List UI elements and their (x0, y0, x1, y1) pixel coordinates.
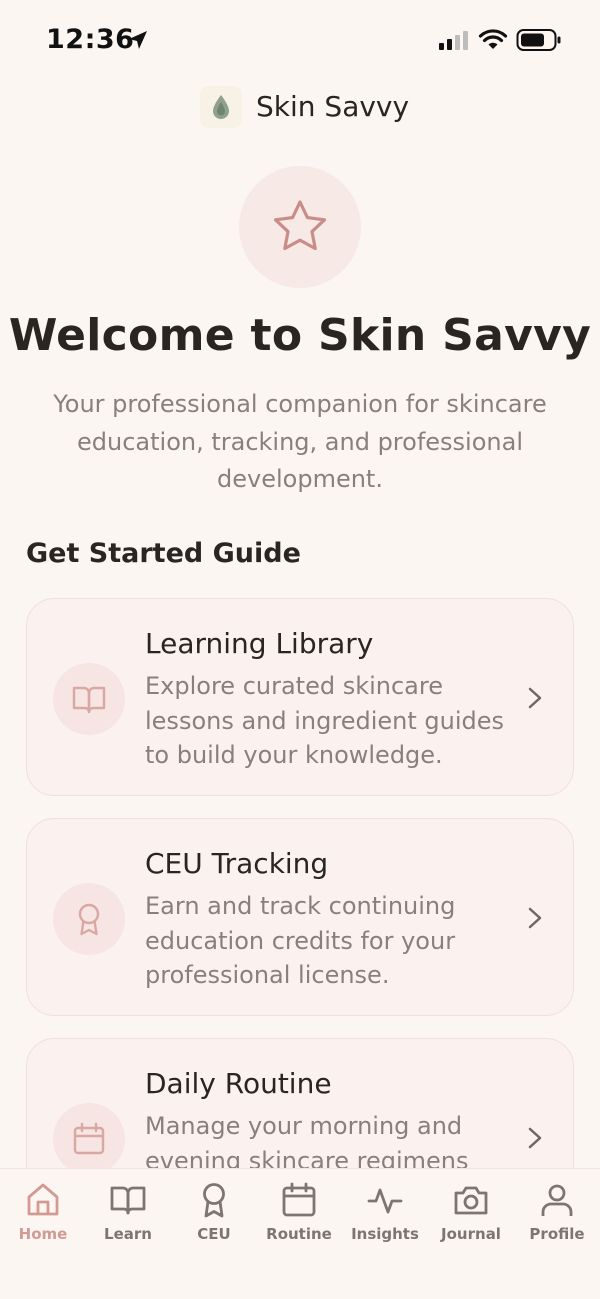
tab-insights[interactable]: Insights (342, 1181, 428, 1261)
chevron-right-icon (528, 907, 542, 929)
tab-routine[interactable]: Routine (256, 1181, 342, 1261)
tab-home[interactable]: Home (0, 1181, 86, 1261)
tab-profile[interactable]: Profile (514, 1181, 600, 1261)
tab-ceu[interactable]: CEU (171, 1181, 257, 1261)
welcome-title: Welcome to Skin Savvy (8, 310, 592, 361)
card-title: Learning Library (145, 627, 374, 660)
droplet-icon (213, 95, 229, 119)
card-icon-badge (53, 883, 125, 955)
status-time: 12:36 (46, 24, 135, 55)
tab-label: Learn (104, 1225, 152, 1243)
home-icon (27, 1183, 59, 1216)
book-icon (72, 686, 106, 714)
camera-icon (454, 1186, 488, 1215)
signal-icon (439, 31, 468, 50)
card-description: Explore curated skincare lessons and ing… (145, 672, 505, 769)
tab-label: Home (18, 1225, 68, 1243)
chevron-right-icon (528, 687, 542, 709)
star-icon (273, 200, 327, 251)
chevron-right-icon (528, 1127, 542, 1149)
calendar-icon (73, 1122, 105, 1155)
tab-label: Insights (351, 1225, 419, 1243)
book-icon (110, 1186, 146, 1215)
app-logo (200, 86, 242, 128)
activity-icon (367, 1188, 403, 1214)
app-name: Skin Savvy (256, 90, 410, 123)
calendar-icon (282, 1182, 316, 1217)
card-ceu-tracking[interactable]: CEU Tracking Earn and track continuing e… (26, 818, 574, 1016)
user-icon (541, 1184, 573, 1216)
home-screen: 12:36 Skin Savvy Welcome to Skin Savvy Y… (0, 0, 600, 1299)
card-title: Daily Routine (145, 1067, 332, 1100)
app-header: Skin Savvy (0, 82, 600, 132)
battery-icon (516, 29, 561, 51)
location-arrow-icon (129, 31, 147, 49)
card-icon-badge (53, 663, 125, 735)
guide-heading: Get Started Guide (26, 538, 301, 569)
hero-badge (239, 166, 361, 288)
welcome-subtitle: Your professional companion for skincare… (53, 390, 547, 493)
card-icon-badge (53, 1103, 125, 1175)
award-ribbon-icon (78, 903, 100, 936)
card-description: Earn and track continuing education cred… (145, 892, 456, 989)
tab-label: CEU (197, 1225, 231, 1243)
card-title: CEU Tracking (145, 847, 329, 880)
award-ribbon-icon (203, 1183, 225, 1218)
tab-journal[interactable]: Journal (428, 1181, 514, 1261)
wifi-icon (478, 29, 508, 49)
card-learning-library[interactable]: Learning Library Explore curated skincar… (26, 598, 574, 796)
tab-bar: Home Learn CEU Routine Insights Journal … (0, 1168, 600, 1299)
tab-label: Profile (529, 1225, 585, 1243)
tab-label: Routine (266, 1225, 332, 1243)
tab-learn[interactable]: Learn (85, 1181, 171, 1261)
status-bar: 12:36 (0, 0, 600, 80)
tab-label: Journal (441, 1225, 501, 1243)
